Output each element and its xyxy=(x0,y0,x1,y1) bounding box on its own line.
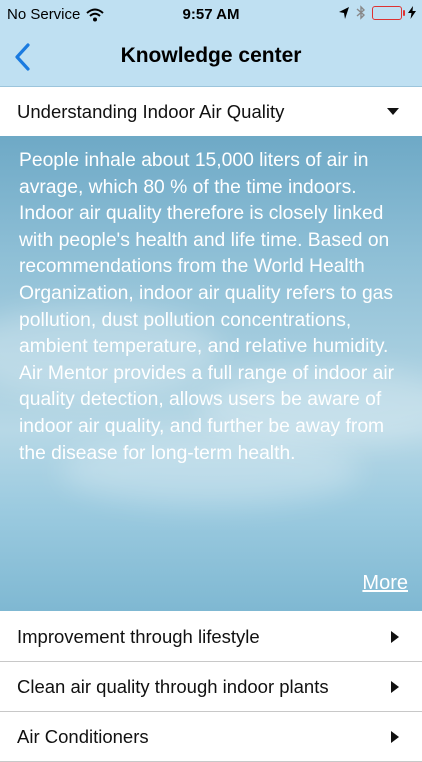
section-label: Clean air quality through indoor plants xyxy=(17,676,329,697)
content-panel: People inhale about 15,000 liters of air… xyxy=(0,136,422,611)
more-link[interactable]: More xyxy=(362,572,408,595)
content-text: People inhale about 15,000 liters of air… xyxy=(19,150,395,464)
section-label: Understanding Indoor Air Quality xyxy=(17,101,285,122)
caret-right-icon xyxy=(391,731,399,743)
section-label: Air Conditioners xyxy=(17,726,149,747)
nav-bar: Knowledge center xyxy=(0,30,422,87)
section-clean-air-indoor-plants[interactable]: Clean air quality through indoor plants xyxy=(0,662,422,712)
status-bar: No Service 9:57 AM xyxy=(0,0,422,30)
status-right xyxy=(338,5,416,20)
section-label: Improvement through lifestyle xyxy=(17,626,260,647)
section-understanding-indoor-air-quality[interactable]: Understanding Indoor Air Quality xyxy=(0,87,422,137)
section-air-conditioners[interactable]: Air Conditioners xyxy=(0,712,422,762)
page-title: Knowledge center xyxy=(120,44,302,67)
charging-bolt-icon xyxy=(408,6,416,19)
caret-right-icon xyxy=(391,681,399,693)
location-arrow-icon xyxy=(339,6,349,19)
caret-down-icon xyxy=(387,108,399,115)
caret-right-icon xyxy=(391,631,399,643)
battery-icon xyxy=(372,5,405,20)
bluetooth-icon xyxy=(356,5,366,20)
section-improvement-through-lifestyle[interactable]: Improvement through lifestyle xyxy=(0,612,422,662)
